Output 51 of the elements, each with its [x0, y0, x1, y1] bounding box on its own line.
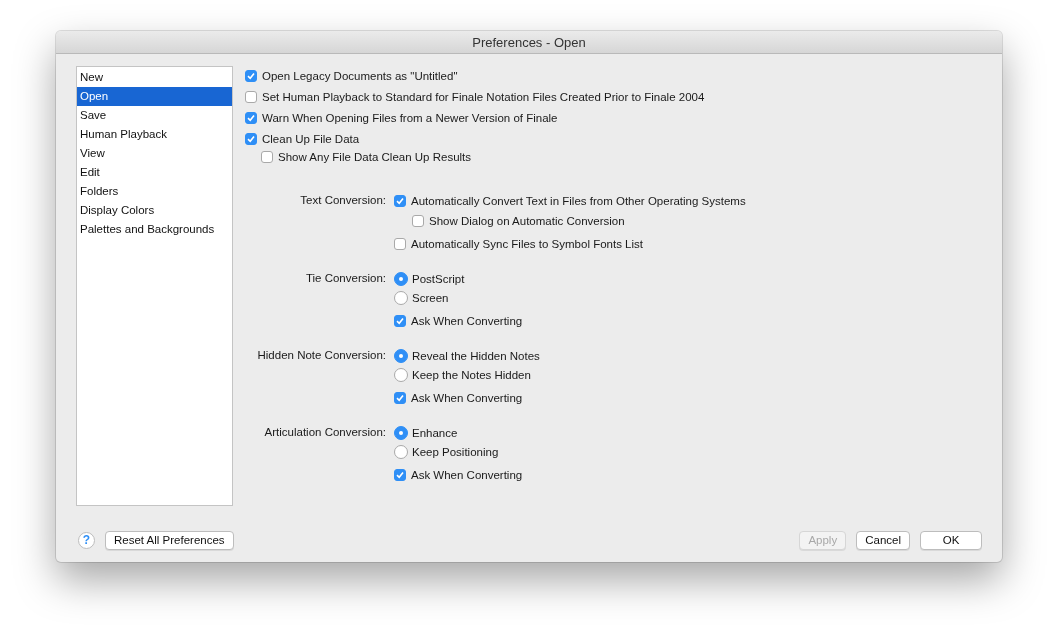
- checkbox[interactable]: [245, 70, 257, 82]
- radio-button[interactable]: [394, 290, 408, 305]
- dialog-button[interactable]: Cancel: [856, 530, 910, 550]
- checkbox[interactable]: [245, 133, 257, 145]
- section-label: Articulation Conversion:: [263, 425, 387, 440]
- checkbox-label: Show Dialog on Automatic Conversion: [429, 214, 625, 227]
- checkbox[interactable]: [394, 468, 406, 481]
- radio-button[interactable]: [394, 348, 408, 363]
- category-item[interactable]: Display Colors: [77, 201, 232, 220]
- checkbox-label: Ask When Converting: [411, 391, 523, 404]
- checkbox-label: Set Human Playback to Standard for Finale Notation Files Created Prior to Finale 2004: [262, 91, 705, 103]
- radio-label: Keep Positioning: [412, 445, 499, 458]
- checkbox-label: Clean Up File Data: [262, 133, 360, 145]
- section-label: Text Conversion:: [299, 193, 387, 208]
- reset-button[interactable]: Reset All Preferences: [105, 530, 234, 550]
- radio-button[interactable]: [394, 444, 408, 459]
- checkbox[interactable]: [394, 391, 406, 404]
- checkbox-label: Automatically Convert Text in Files from Other Operating Systems: [411, 194, 746, 207]
- checkbox[interactable]: [245, 112, 257, 124]
- category-item[interactable]: Palettes and Backgrounds: [77, 220, 232, 239]
- radio-label: Enhance: [412, 426, 458, 439]
- category-item[interactable]: Open: [77, 87, 232, 106]
- radio-button[interactable]: [394, 367, 408, 382]
- radio-label: Screen: [412, 291, 449, 304]
- checkbox[interactable]: [261, 151, 273, 163]
- category-item[interactable]: Edit: [77, 163, 232, 182]
- radio-button[interactable]: [394, 271, 408, 286]
- checkbox[interactable]: [394, 194, 406, 207]
- category-item[interactable]: View: [77, 144, 232, 163]
- radio-label: PostScript: [412, 272, 465, 285]
- checkbox[interactable]: [394, 237, 406, 250]
- dialog-button[interactable]: OK: [920, 530, 982, 550]
- radio-label: Keep the Notes Hidden: [412, 368, 531, 381]
- checkbox-label: Ask When Converting: [411, 468, 523, 481]
- checkbox-label: Show Any File Data Clean Up Results: [278, 151, 472, 163]
- category-item[interactable]: Human Playback: [77, 125, 232, 144]
- section-label: Hidden Note Conversion:: [256, 348, 387, 363]
- checkbox-label: Automatically Sync Files to Symbol Fonts List: [411, 237, 643, 250]
- radio-button[interactable]: [394, 425, 408, 440]
- section-label: Tie Conversion:: [304, 271, 387, 286]
- category-item[interactable]: New: [77, 68, 232, 87]
- checkbox-label: Warn When Opening Files from a Newer Version of Finale: [262, 112, 558, 124]
- checkbox-label: Ask When Converting: [411, 314, 523, 327]
- radio-label: Reveal the Hidden Notes: [412, 349, 540, 362]
- category-item[interactable]: Folders: [77, 182, 232, 201]
- checkbox[interactable]: [394, 314, 406, 327]
- category-item[interactable]: Save: [77, 106, 232, 125]
- checkbox[interactable]: [412, 214, 424, 227]
- window-title: Preferences - Open: [472, 34, 586, 50]
- checkbox-label: Open Legacy Documents as "Untitled": [262, 70, 458, 82]
- checkbox[interactable]: [245, 91, 257, 103]
